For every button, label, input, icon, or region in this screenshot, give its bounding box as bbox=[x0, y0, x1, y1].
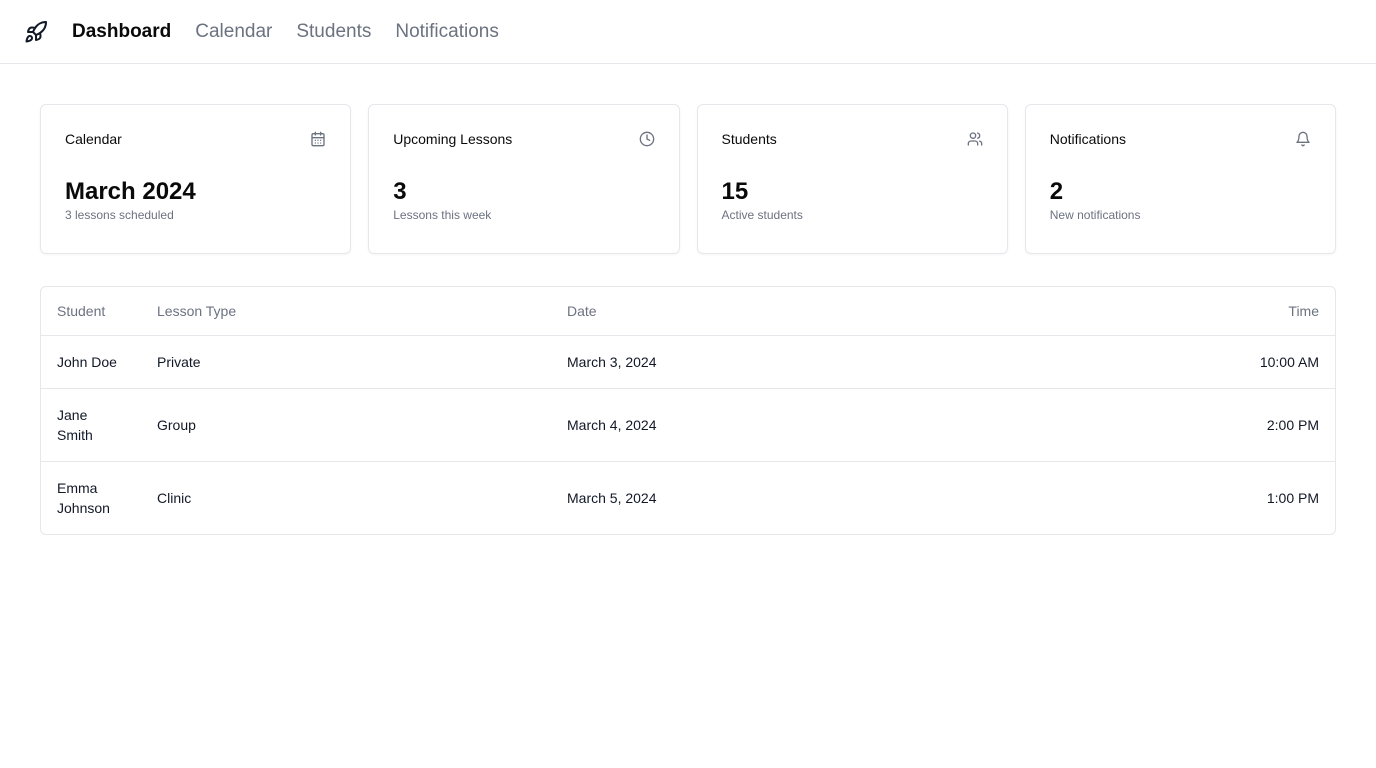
summary-cards: Calendar March 2024 3 lessons scheduled … bbox=[0, 64, 1376, 254]
lesson-time: 10:00 AM bbox=[998, 335, 1335, 389]
notifications-card[interactable]: Notifications 2 New notifications bbox=[1024, 104, 1336, 254]
student-name: Jane Smith bbox=[41, 388, 141, 462]
card-subtitle: Active students bbox=[721, 208, 803, 222]
calendar-icon bbox=[310, 131, 326, 147]
students-card[interactable]: Students 15 Active students bbox=[696, 104, 1008, 254]
card-value: 2 bbox=[1049, 178, 1064, 205]
student-name: Emma Johnson bbox=[57, 479, 110, 516]
column-header-student[interactable]: Student bbox=[41, 287, 141, 336]
lesson-time: 1:00 PM bbox=[1266, 489, 1319, 506]
lesson-date: March 4, 2024 bbox=[551, 388, 999, 462]
table-row[interactable]: John Doe Private March 3, 2024 10:00 AM bbox=[41, 335, 1335, 389]
main-nav: Dashboard Calendar Students Notification… bbox=[72, 21, 499, 43]
column-header-lesson-type[interactable]: Lesson Type bbox=[141, 287, 551, 336]
lesson-type: Group bbox=[141, 388, 551, 462]
nav-calendar[interactable]: Calendar bbox=[195, 21, 272, 43]
table-header-row: Student Lesson Type Date Time bbox=[41, 287, 1335, 336]
column-header-time[interactable]: Time bbox=[998, 287, 1335, 336]
card-title: Calendar bbox=[65, 131, 122, 147]
bell-icon bbox=[1295, 131, 1311, 147]
card-value: 3 bbox=[393, 178, 407, 205]
card-title: Notifications bbox=[1049, 131, 1127, 147]
card-value: 15 bbox=[721, 178, 749, 205]
card-subtitle: 3 lessons scheduled bbox=[65, 208, 174, 222]
column-header-date[interactable]: Date bbox=[551, 287, 999, 336]
card-subtitle: New notifications bbox=[1049, 208, 1141, 222]
lesson-type: Private bbox=[141, 335, 551, 389]
card-title: Upcoming Lessons bbox=[393, 131, 513, 147]
nav-dashboard[interactable]: Dashboard bbox=[72, 21, 171, 43]
lesson-date: March 5, 2024 bbox=[567, 489, 657, 506]
lesson-type: Clinic bbox=[157, 489, 192, 506]
table-row[interactable]: Jane Smith Group March 4, 2024 2:00 PM bbox=[41, 388, 1335, 462]
lesson-date: March 3, 2024 bbox=[551, 335, 999, 389]
top-navigation-bar: Dashboard Calendar Students Notification… bbox=[0, 0, 1376, 64]
nav-students[interactable]: Students bbox=[296, 21, 371, 43]
nav-notifications[interactable]: Notifications bbox=[395, 21, 499, 43]
card-value: March 2024 bbox=[65, 178, 196, 205]
users-icon bbox=[967, 131, 983, 147]
card-title: Students bbox=[721, 131, 777, 147]
lesson-time: 2:00 PM bbox=[998, 388, 1335, 462]
rocket-icon[interactable] bbox=[24, 20, 48, 44]
student-name: John Doe bbox=[41, 335, 141, 389]
lessons-table: Student Lesson Type Date Time John Doe P… bbox=[40, 286, 1336, 535]
upcoming-lessons-card[interactable]: Upcoming Lessons 3 Lessons this week bbox=[368, 104, 680, 254]
table-row[interactable]: Emma Johnson Clinic March 5, 2024 1:00 P… bbox=[41, 461, 1335, 534]
clock-icon bbox=[639, 131, 655, 147]
calendar-card[interactable]: Calendar March 2024 3 lessons scheduled bbox=[40, 104, 352, 254]
card-subtitle: Lessons this week bbox=[393, 208, 492, 222]
